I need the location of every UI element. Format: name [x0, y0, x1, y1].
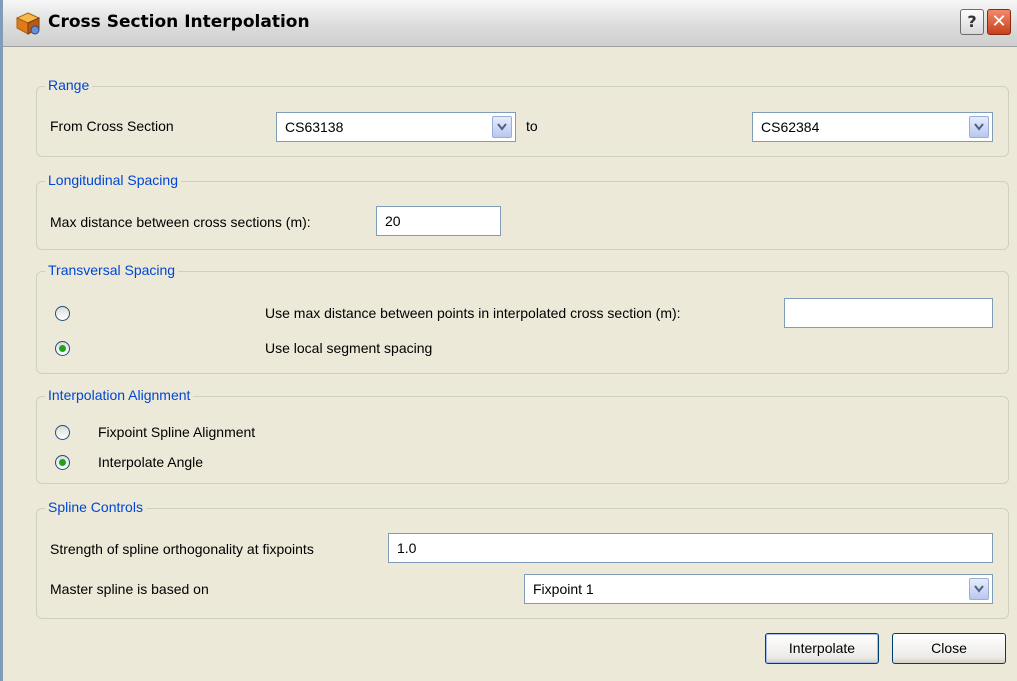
- help-button[interactable]: ?: [960, 9, 984, 35]
- max-distance-label: Max distance between cross sections (m):: [50, 214, 311, 230]
- master-spline-value: Fixpoint 1: [533, 581, 594, 597]
- fixpoint-spline-alignment-radio[interactable]: [55, 425, 70, 440]
- transversal-spacing-legend: Transversal Spacing: [45, 262, 179, 278]
- interpolation-alignment-legend: Interpolation Alignment: [45, 387, 194, 403]
- master-spline-label: Master spline is based on: [50, 581, 209, 597]
- spline-strength-input[interactable]: [388, 533, 993, 563]
- fixpoint-spline-alignment-label: Fixpoint Spline Alignment: [98, 424, 256, 440]
- chevron-down-icon[interactable]: [969, 116, 989, 138]
- close-window-button[interactable]: ✕: [987, 9, 1011, 35]
- max-distance-points-label: Use max distance between points in inter…: [265, 305, 681, 321]
- master-spline-combo[interactable]: Fixpoint 1: [524, 574, 993, 604]
- range-legend: Range: [45, 77, 93, 93]
- cross-section-interpolation-dialog: Cross Section Interpolation ? ✕ Range Fr…: [0, 0, 1017, 681]
- chevron-down-icon[interactable]: [969, 578, 989, 600]
- chevron-down-icon[interactable]: [492, 116, 512, 138]
- max-distance-points-radio[interactable]: [55, 306, 70, 321]
- title-bar[interactable]: Cross Section Interpolation ? ✕: [3, 0, 1017, 47]
- close-button[interactable]: Close: [892, 633, 1006, 664]
- interpolate-angle-radio[interactable]: [55, 455, 70, 470]
- interpolation-alignment-group: Interpolation Alignment: [36, 387, 1009, 484]
- local-segment-spacing-radio[interactable]: [55, 341, 70, 356]
- from-cross-section-combo[interactable]: CS63138: [276, 112, 516, 142]
- local-segment-spacing-label: Use local segment spacing: [265, 340, 433, 356]
- dialog-title: Cross Section Interpolation: [48, 12, 310, 32]
- spline-strength-label: Strength of spline orthogonality at fixp…: [50, 541, 314, 557]
- to-cross-section-value: CS62384: [761, 119, 820, 135]
- from-cross-section-value: CS63138: [285, 119, 344, 135]
- max-distance-points-input[interactable]: [784, 298, 993, 328]
- to-label: to: [526, 118, 538, 134]
- spline-controls-legend: Spline Controls: [45, 499, 146, 515]
- to-cross-section-combo[interactable]: CS62384: [752, 112, 993, 142]
- interpolate-angle-label: Interpolate Angle: [98, 454, 204, 470]
- app-cube-icon: [15, 11, 41, 35]
- from-cross-section-label: From Cross Section: [50, 118, 174, 134]
- longitudinal-spacing-legend: Longitudinal Spacing: [45, 172, 181, 188]
- interpolate-button[interactable]: Interpolate: [765, 633, 879, 664]
- max-distance-input[interactable]: [376, 206, 501, 236]
